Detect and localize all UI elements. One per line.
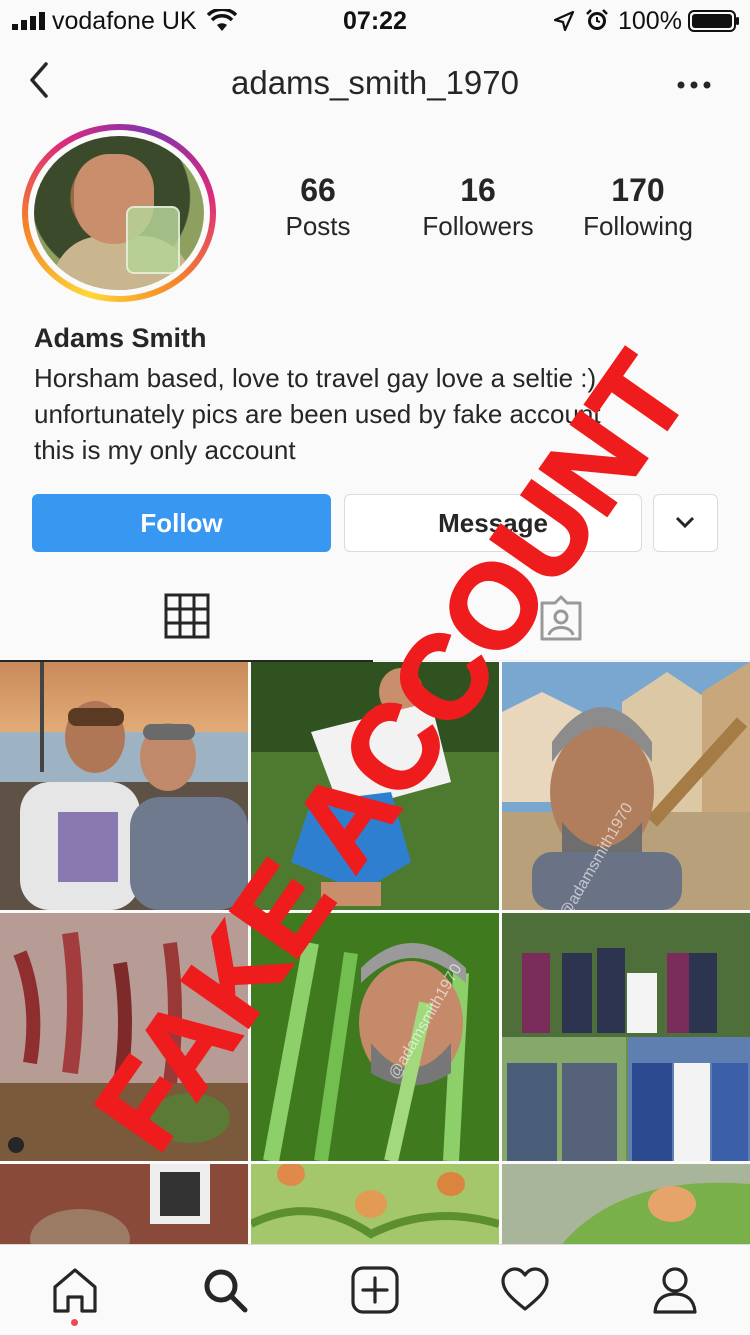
heart-icon[interactable] [500,1265,550,1315]
followers-stat[interactable]: 16 Followers [403,172,553,244]
battery-percent: 100% [618,7,682,35]
status-bar: vodafone UK 07:22 100% [0,0,750,42]
following-label: Following [583,211,693,241]
grid-photo[interactable] [251,1164,499,1244]
grid-photo[interactable] [502,913,750,1161]
grid-photo[interactable] [251,662,499,910]
suggested-accounts-button[interactable] [653,494,718,552]
grid-photo[interactable]: @adamsmith1970 [251,913,499,1161]
following-stat[interactable]: 170 Following [563,172,713,244]
posts-stat: 66 Posts [243,172,393,244]
tagged-icon [540,595,582,641]
posts-count: 66 [300,172,336,208]
followers-count: 16 [460,172,496,208]
grid-photo[interactable] [0,662,248,910]
alarm-icon [586,9,608,30]
chevron-down-icon [675,516,695,529]
followers-label: Followers [422,211,534,241]
grid-photo[interactable] [0,1164,248,1244]
battery-icon [688,10,739,32]
posts-label: Posts [285,211,351,241]
bio-line: unfortunately pics are been used by fake… [34,399,601,429]
more-options-icon[interactable] [676,78,712,92]
avatar[interactable] [34,136,204,290]
profile-username: adams_smith_1970 [230,64,519,101]
grid-photo[interactable]: @adamsmith1970 [502,662,750,910]
message-button[interactable]: Message [344,494,642,552]
tab-grid[interactable] [0,575,373,662]
search-icon[interactable] [200,1265,250,1315]
grid-photo[interactable] [0,913,248,1161]
profile-full-name: Adams Smith [34,323,207,353]
profile-bio: Horsham based, love to travel gay love a… [34,360,714,468]
bottom-nav [0,1244,750,1335]
following-count: 170 [611,172,665,208]
location-icon [553,10,575,32]
tagged-badge-icon [8,1137,24,1153]
bio-line: this is my only account [34,435,296,465]
bio-line: Horsham based, love to travel gay love a… [34,363,597,393]
follow-button[interactable]: Follow [32,494,331,552]
tab-tagged[interactable] [375,575,750,661]
notification-dot [71,1319,78,1326]
add-post-icon[interactable] [350,1265,400,1315]
grid-icon [164,593,210,639]
profile-icon[interactable] [650,1265,700,1315]
grid-photo[interactable] [502,1164,750,1244]
home-icon[interactable] [50,1265,100,1315]
